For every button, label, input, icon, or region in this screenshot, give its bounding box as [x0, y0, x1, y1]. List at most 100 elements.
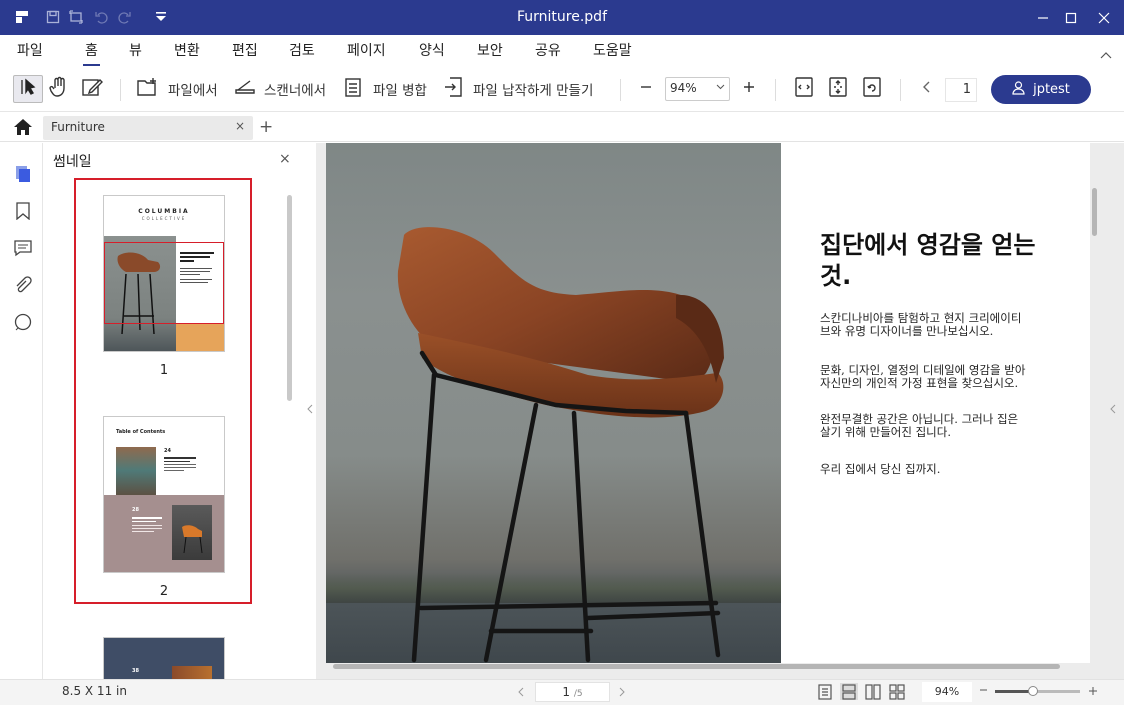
- menu-home[interactable]: 홈: [83, 40, 100, 66]
- zoom-value: 94%: [670, 81, 697, 95]
- thumbnail-panel-icon[interactable]: [13, 164, 33, 184]
- thumbnail-panel-title: 썸네일: [53, 154, 92, 170]
- chevron-down-icon: [716, 83, 725, 93]
- grid-view-icon[interactable]: [888, 683, 906, 700]
- flatten-file-label: 파일 납작하게 만들기: [473, 83, 594, 99]
- body-paragraph: 문화, 디자인, 열정의 디테일에 영감을 받아 자신만의 개인적 가정 표현을…: [820, 363, 1026, 390]
- select-tool-button[interactable]: [13, 75, 43, 103]
- thumb-toc-title: Table of Contents: [116, 429, 166, 435]
- fit-page-icon: [828, 76, 848, 102]
- from-scanner-button[interactable]: 스캔너에서: [234, 75, 326, 103]
- user-icon: [1012, 80, 1025, 99]
- edit-icon: [81, 76, 103, 102]
- plus-icon: [743, 81, 755, 97]
- title-bar: Furniture.pdf: [0, 0, 1124, 35]
- horizontal-scrollbar[interactable]: [333, 664, 1060, 669]
- maximize-button[interactable]: [1054, 0, 1088, 35]
- previous-page-button[interactable]: [922, 75, 932, 103]
- rotate-icon: [862, 76, 882, 102]
- document-page: 집단에서 영감을 얻는것. 스칸디나비아를 탐험하고 현지 크리에이티브와 유명…: [326, 143, 1090, 663]
- fit-width-button[interactable]: [794, 75, 814, 103]
- thumbnail-scrollbar[interactable]: [287, 195, 292, 401]
- vertical-scrollbar[interactable]: [1092, 188, 1097, 236]
- status-next-page-icon[interactable]: [619, 686, 625, 701]
- chair-illustration: [397, 227, 724, 663]
- thumb-view-rect: [104, 242, 224, 324]
- flatten-icon: [444, 76, 464, 102]
- thumb-image-c: [172, 666, 212, 679]
- page-thumbnail-2[interactable]: Table of Contents 24 28: [103, 416, 225, 573]
- new-tab-button[interactable]: +: [259, 117, 273, 137]
- continuous-view-icon[interactable]: [840, 683, 858, 700]
- flatten-file-button[interactable]: 파일 납작하게 만들기: [444, 75, 593, 103]
- user-name: jptest: [1033, 82, 1070, 97]
- body-paragraph: 우리 집에서 당신 집까지.: [820, 462, 941, 476]
- rotate-button[interactable]: [862, 75, 882, 103]
- cursor-icon: [18, 77, 38, 101]
- page-number-input[interactable]: 1: [945, 78, 977, 102]
- thumbnail-panel: 썸네일 × COLUMBIA COLLECTIVE 1 Table of Con…: [43, 143, 303, 679]
- from-file-label: 파일에서: [168, 83, 218, 99]
- menu-form[interactable]: 양식: [419, 40, 445, 60]
- hand-tool-button[interactable]: [49, 75, 69, 103]
- status-total-pages: /5: [573, 689, 583, 699]
- menu-convert[interactable]: 변환: [174, 40, 200, 60]
- close-tab-icon[interactable]: ×: [235, 119, 245, 133]
- two-page-view-icon[interactable]: [864, 683, 882, 700]
- fit-page-button[interactable]: [828, 75, 848, 103]
- search-panel-icon[interactable]: [13, 312, 33, 332]
- zoom-select[interactable]: 94%: [665, 77, 730, 101]
- toolbar-divider: [900, 79, 901, 101]
- menu-review[interactable]: 검토: [289, 40, 315, 60]
- home-icon[interactable]: [13, 118, 33, 140]
- page-thumbnail-1[interactable]: COLUMBIA COLLECTIVE: [103, 195, 225, 352]
- status-zoom-in-icon[interactable]: [1088, 685, 1098, 700]
- hand-icon: [49, 76, 69, 102]
- thumb-accent-block: [176, 324, 224, 351]
- page-size-label: 8.5 X 11 in: [62, 684, 127, 698]
- collapse-ribbon-icon[interactable]: [1100, 48, 1112, 63]
- edit-tool-button[interactable]: [81, 75, 103, 103]
- user-account-button[interactable]: jptest: [991, 75, 1091, 104]
- status-page-indicator[interactable]: 1 /5: [535, 682, 610, 702]
- from-file-button[interactable]: 파일에서: [136, 75, 218, 103]
- fit-width-icon: [794, 76, 814, 102]
- menu-help[interactable]: 도움말: [593, 40, 632, 60]
- toolbar-divider: [120, 79, 121, 101]
- single-page-view-icon[interactable]: [816, 683, 834, 700]
- thumb-image-a: [116, 447, 156, 499]
- bookmark-icon[interactable]: [13, 201, 33, 221]
- menu-file[interactable]: 파일: [17, 40, 43, 60]
- thumbnail-page-number: 2: [159, 584, 169, 599]
- page-thumbnail-3[interactable]: 38: [103, 637, 225, 679]
- left-icon-rail: [0, 143, 43, 679]
- zoom-in-button[interactable]: [743, 75, 755, 103]
- menu-edit[interactable]: 편집: [232, 40, 258, 60]
- chevron-left-icon: [922, 81, 932, 97]
- document-tab[interactable]: Furniture ×: [43, 116, 253, 140]
- menu-security[interactable]: 보안: [477, 40, 503, 60]
- menu-share[interactable]: 공유: [535, 40, 561, 60]
- comment-icon[interactable]: [13, 238, 33, 258]
- zoom-out-button[interactable]: [640, 75, 652, 103]
- status-zoom-value[interactable]: 94%: [922, 682, 972, 702]
- page-headline: 집단에서 영감을 얻는것.: [820, 231, 1036, 290]
- toolbar-divider: [620, 79, 621, 101]
- status-zoom-out-icon[interactable]: [979, 684, 988, 698]
- merge-files-button[interactable]: 파일 병합: [344, 75, 427, 103]
- close-window-button[interactable]: [1087, 0, 1121, 35]
- attachment-icon[interactable]: [13, 275, 33, 295]
- status-prev-page-icon[interactable]: [518, 686, 524, 701]
- close-panel-icon[interactable]: ×: [279, 151, 291, 167]
- window-title: Furniture.pdf: [516, 9, 607, 25]
- menu-page[interactable]: 페이지: [347, 40, 386, 60]
- collapse-panel-icon[interactable]: [307, 404, 313, 417]
- menu-view[interactable]: 뷰: [129, 40, 142, 60]
- merge-files-label: 파일 병합: [373, 83, 427, 99]
- expand-right-panel-icon[interactable]: [1110, 404, 1116, 417]
- menu-bar: 파일 홈 뷰 변환 편집 검토 페이지 양식 보안 공유 도움말: [0, 35, 1124, 67]
- thumb-list-b: [132, 517, 162, 532]
- thumb-brand: COLUMBIA: [138, 208, 190, 215]
- thumb-brand-sub: COLLECTIVE: [141, 216, 187, 221]
- chair-photo: [326, 143, 781, 663]
